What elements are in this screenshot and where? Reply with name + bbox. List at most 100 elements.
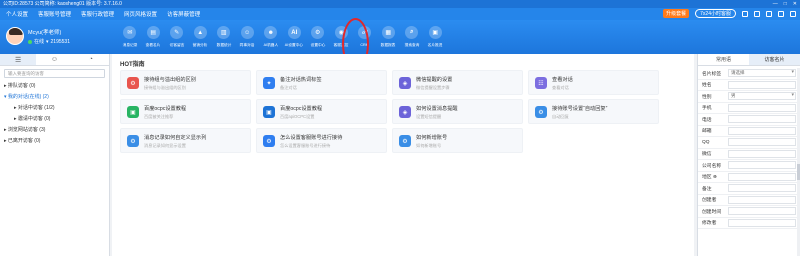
guide-card[interactable]: ◈ 如何设置消息提醒 设置短信提醒 [392,99,523,124]
form-label: 名片标签 [702,71,722,77]
notification-icon[interactable] [742,10,748,17]
toolbar-button-ai[interactable]: AI AI设置中心 [283,24,307,52]
search-icon: ⌕ [405,26,419,39]
lock-icon[interactable] [754,10,760,17]
tree-item[interactable]: ▸ 已离开访客 (0) [0,136,109,147]
form-input[interactable] [728,138,796,147]
menu-personal-settings[interactable]: 个人设置 [6,10,28,18]
menu-bar: 个人设置 客服账号管理 客服行政管理 网页风格设置 访客屏蔽管理 升级套餐 7x… [0,8,800,20]
guide-card-title: 百度ocpc设置教程 [144,106,187,112]
guide-card-subtitle: 备注对话 [280,85,297,90]
guide-card[interactable]: ⚙ 接待组与溢出组的区别 接待组与溢出组的区别 [120,70,251,95]
baidu-api-icon: ▣ [263,106,275,118]
toolbar-button-colleague[interactable]: ☺ 同事对话 [236,24,260,52]
guide-card-subtitle: 接待组与溢出组的区别 [144,85,186,90]
menu-account-management[interactable]: 客服账号管理 [38,10,71,18]
settings-icon[interactable] [766,10,772,17]
minimize-window-icon[interactable] [778,10,784,17]
form-select[interactable]: 请选择 [728,69,796,78]
form-input[interactable] [728,103,796,112]
form-row: 公司名称 [698,160,800,172]
form-label: 手机 [702,106,712,112]
form-input[interactable] [728,184,796,193]
tree-item[interactable]: ▸ 邀请中访客 (0) [0,114,109,125]
tab-list-icon[interactable]: ☰ [0,54,37,65]
tab-common-phrases[interactable]: 常用语 [698,54,749,65]
visitor-panel: ☰ ☺ ◔ 输入要查询的访客 ▸ 排队访客 (0) ▾ 我的对话(在线) (2) ▸… [0,54,110,256]
toolbar-button-comment[interactable]: ✎ 访客留言 [165,24,189,52]
guide-card[interactable]: ⚙ 如何新增账号 如何新增账号 [392,128,523,153]
guide-card-title: 接待组与溢出组的区别 [144,77,196,83]
menu-web-style[interactable]: 网页风格设置 [124,10,157,18]
user-status[interactable]: 在线 ▾ 2195531 [28,38,70,45]
toolbar-button-message[interactable]: ✉ 消息记录 [118,24,142,52]
guide-card[interactable]: ▣ 百度ocpc设置教程 百度apiOCPC设置 [256,99,387,124]
form-input[interactable] [728,172,796,181]
form-input[interactable] [728,115,796,124]
chevron-down-icon: ▾ [46,38,49,45]
minimize-icon[interactable]: — [773,0,778,8]
form-row: 地区 ⊕ [698,172,800,183]
form-label: 电话 [702,117,712,123]
guide-card-subtitle: 自动回复 [552,114,569,119]
stats-icon: ▥ [217,26,231,39]
form-input[interactable] [728,218,796,227]
toolbar-button-chart[interactable]: ▲ 营销分析 [189,24,213,52]
guide-card[interactable]: ⚙ 接待账号设置“自动回复” 自动回复 [528,99,659,124]
form-input[interactable] [728,161,796,170]
toolbar-label: 营销分析 [192,42,208,47]
guide-card[interactable]: ⚙ 怎么设置客服账号进行接待 怎么设置客服账号进行接待 [256,128,387,153]
visitor-card-panel: 常用语 访客名片 名片标签请选择姓名性别 男手机电话邮箱 QQ 微信公司名称地区 ⊕ 备… [697,54,800,256]
tree-item[interactable]: ▾ 我的对话(在线) (2) [0,92,109,103]
toolbar-button-push[interactable]: ▣ 名片推进 [424,24,448,52]
menu-visitor-block[interactable]: 访客屏蔽管理 [167,10,200,18]
guide-card[interactable]: ◈ 微信提醒的设置 微信提醒设置步骤 [392,70,523,95]
guide-card-subtitle: 微信提醒设置步骤 [416,85,450,90]
menu-admin-management[interactable]: 客服行政管理 [81,10,114,18]
guide-card[interactable]: ✦ 备注对话热词标签 备注对话 [256,70,387,95]
form-select[interactable]: 男 [728,92,796,101]
user-profile[interactable]: Mcyu(孝老师) 在线 ▾ 2195531 [0,20,110,54]
card-icon: ▤ [146,26,160,39]
ai-icon: AI [287,26,301,39]
chart-icon: ▲ [193,26,207,39]
form-input[interactable] [728,126,796,135]
wechat-icon: ◈ [399,77,411,89]
toolbar-label: 消息记录 [122,42,138,47]
guide-card[interactable]: ▣ 百度ocpc设置教程 百度被关注推荐 [120,99,251,124]
upgrade-button[interactable]: 升级套餐 [663,9,690,18]
toolbar-button-stats[interactable]: ▥ 数据统计 [212,24,236,52]
toolbar-button-search[interactable]: ⌕ 搜索查询 [400,24,424,52]
guide-card-title: 微信提醒的设置 [416,77,453,83]
guide-card[interactable]: ⚙ 消息记录如何自定义显示列 消息记录如何显示设置 [120,128,251,153]
tree-item[interactable]: ▸ 对话中访客 (1/2) [0,103,109,114]
comment-icon: ✎ [170,26,184,39]
form-row: 微信 [698,149,800,160]
toolbar: Mcyu(孝老师) 在线 ▾ 2195531 ✉ 消息记录 ▤ 查看名片 ✎ 访客留言 ▲ 营… [0,20,800,54]
maximize-icon[interactable]: □ [784,0,787,8]
online-service-button[interactable]: 7x24小时客服 [695,9,736,18]
form-row: 创建者 [698,195,800,206]
tab-user-icon[interactable]: ☺ [36,54,72,65]
toolbar-button-gear[interactable]: ⚙ 设置中心 [306,24,330,52]
close-window-icon[interactable] [790,10,796,17]
title-bar: 公司ID:28573 公司简称: kaosheng01 版本号: 3.7.16.… [0,0,800,8]
tab-visitor-card[interactable]: 访客名片 [749,54,800,65]
toolbar-label: 访客留言 [169,42,185,47]
tab-history-icon[interactable]: ◔ [73,54,109,65]
tree-item[interactable]: ▸ 浏览网站访客 (3) [0,125,109,136]
form-input[interactable] [728,207,796,216]
toolbar-button-card[interactable]: ▤ 查看名片 [142,24,166,52]
visitor-search-input[interactable]: 输入要查询的访客 [4,69,105,78]
form-input[interactable] [728,149,796,158]
form-label: 地区 ⊕ [702,175,717,181]
close-icon[interactable]: ✕ [793,0,797,8]
form-input[interactable] [728,195,796,204]
guide-card[interactable]: ☷ 查看对话 查看对话 [528,70,659,95]
menu-right: 升级套餐 7x24小时客服 [663,9,796,18]
avatar[interactable] [6,27,24,45]
toolbar-button-report[interactable]: ▦ 数据报表 [377,24,401,52]
form-input[interactable] [728,80,796,89]
tree-item[interactable]: ▸ 排队访客 (0) [0,81,109,92]
toolbar-button-robot[interactable]: ☻ AI机器人 [259,24,283,52]
